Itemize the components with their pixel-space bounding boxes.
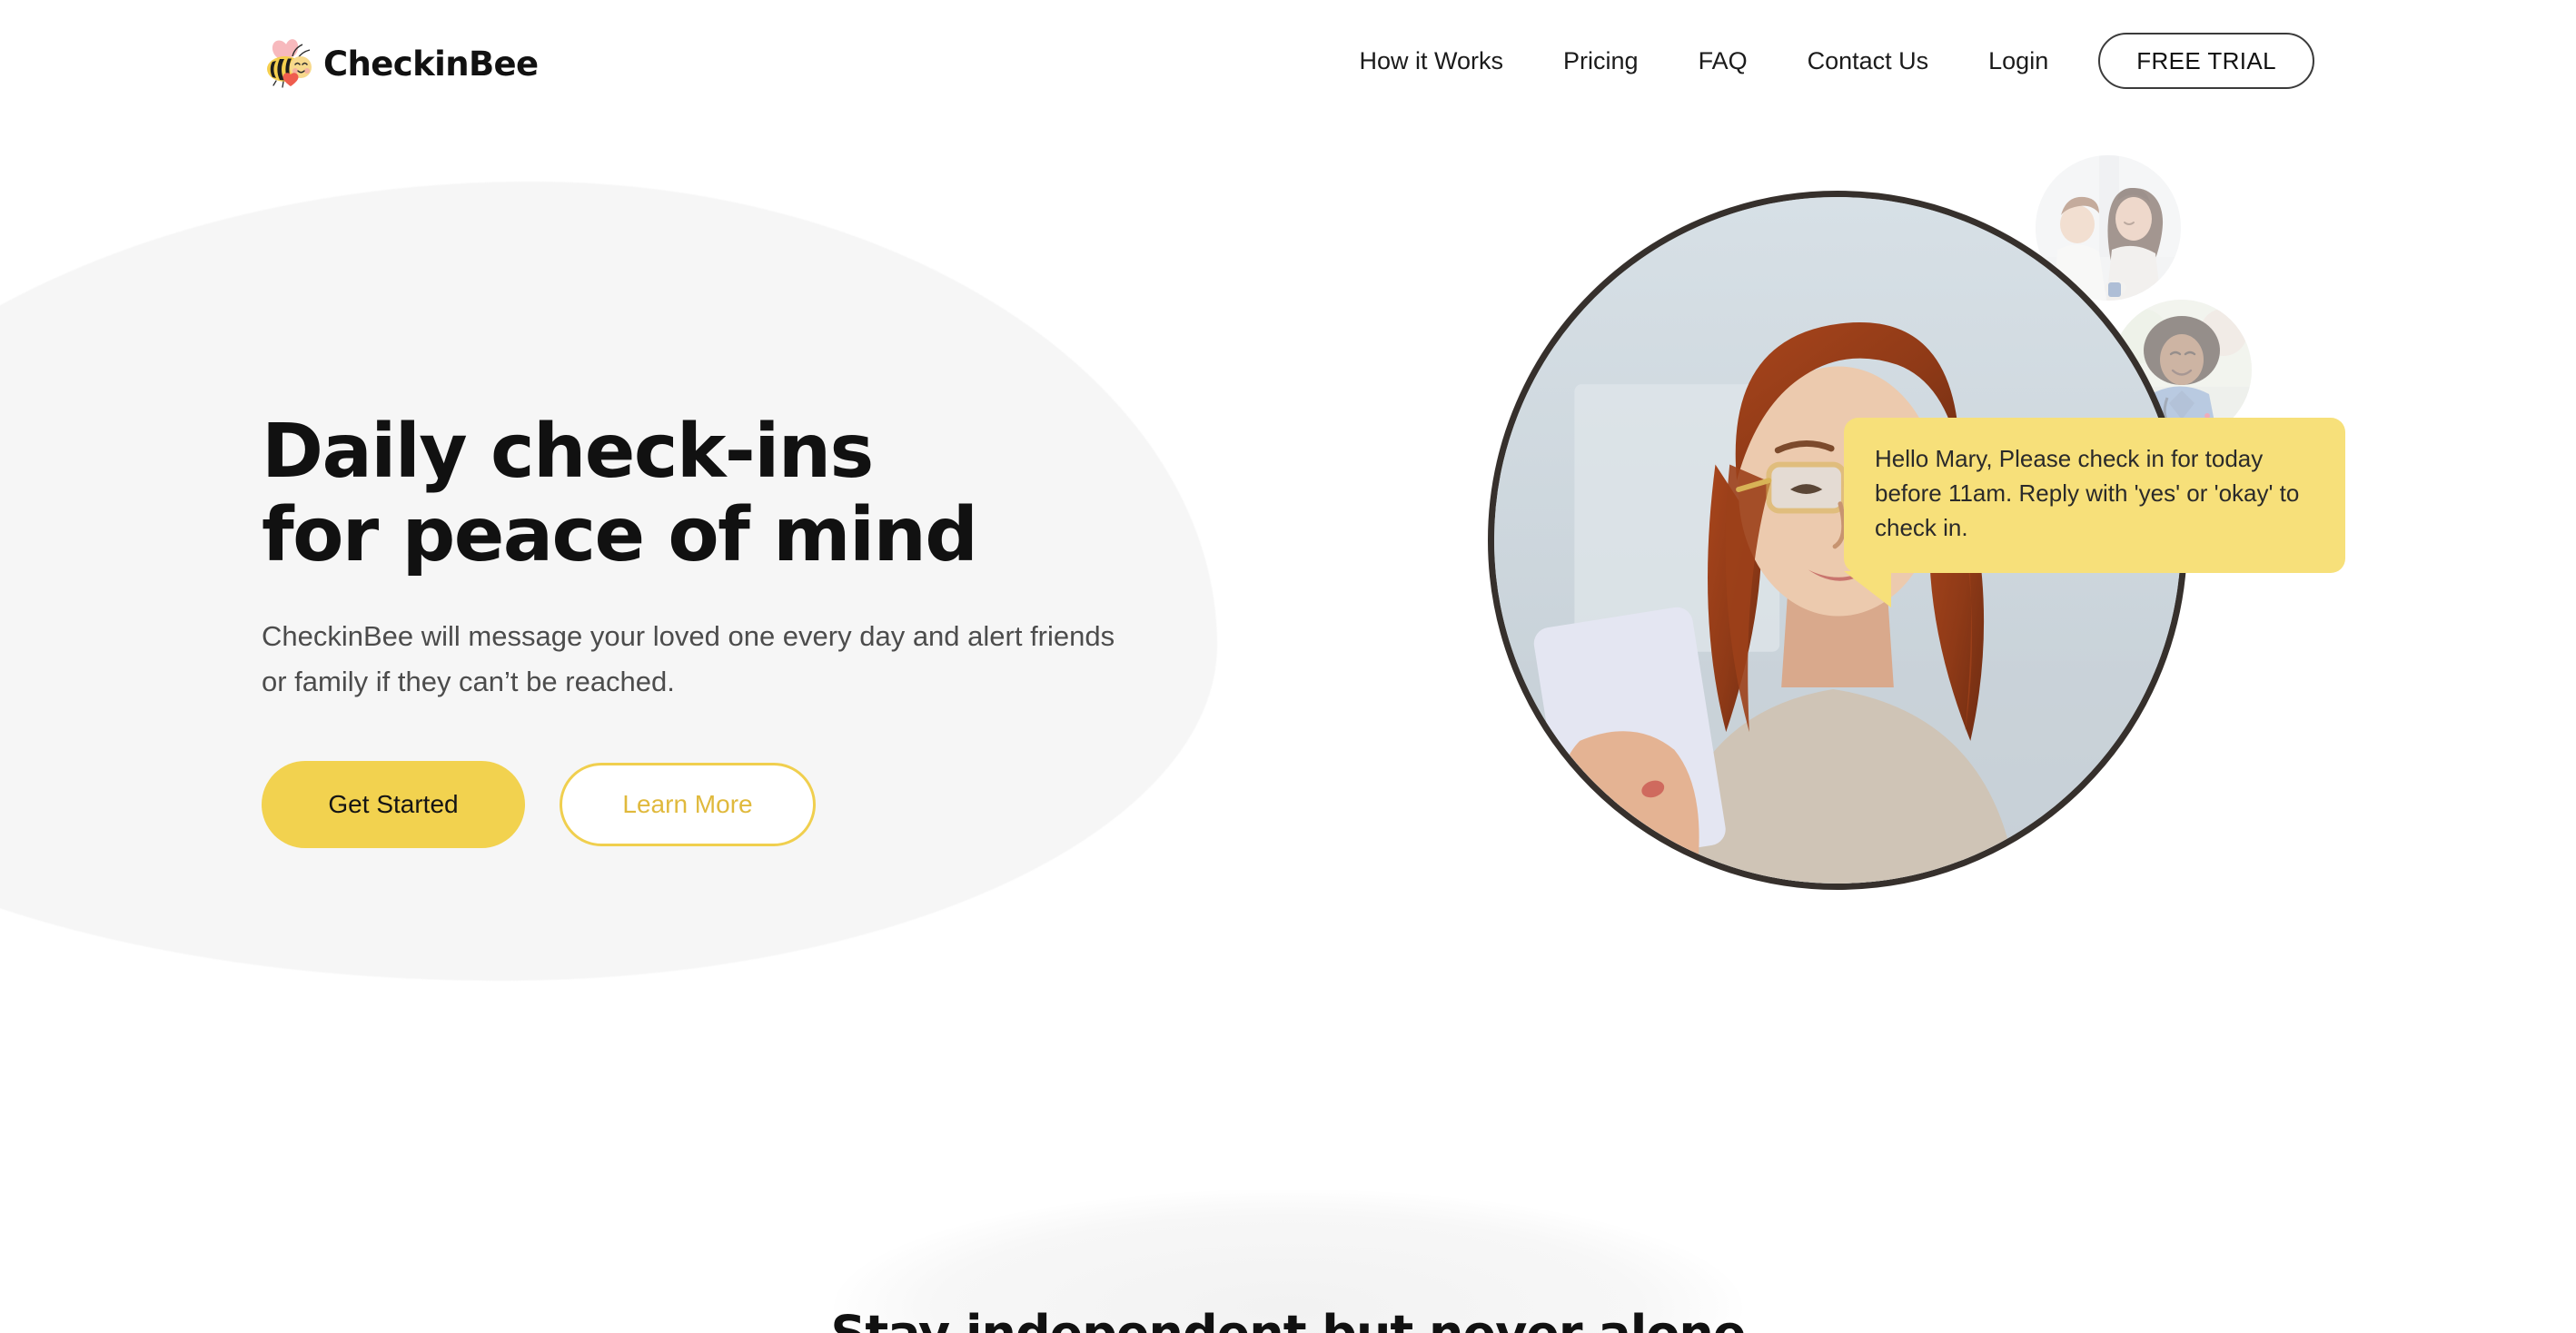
bee-with-heart-icon xyxy=(262,38,318,89)
hero-subtitle: CheckinBee will message your loved one e… xyxy=(262,619,1115,697)
main-navigation: How it Works Pricing FAQ Contact Us Logi… xyxy=(1330,33,2314,89)
hero-artwork: Hello Mary, Please check in for today be… xyxy=(1470,118,2487,1099)
hero-title: Daily check-ins for peace of mind xyxy=(262,409,978,578)
nav-item-faq[interactable]: FAQ xyxy=(1669,37,1778,84)
brand-logo-link[interactable]: CheckinBee xyxy=(262,38,539,89)
nav-item-login[interactable]: Login xyxy=(1958,37,2078,84)
get-started-button[interactable]: Get Started xyxy=(262,761,525,849)
nav-item-how-it-works[interactable]: How it Works xyxy=(1330,37,1534,84)
hero-copy: Daily check-ins for peace of mind Checki… xyxy=(262,409,1224,849)
landing-page: CheckinBee How it Works Pricing FAQ Cont… xyxy=(0,0,2576,1333)
free-trial-button[interactable]: FREE TRIAL xyxy=(2098,33,2314,89)
learn-more-button[interactable]: Learn More xyxy=(560,763,816,847)
brand-name: CheckinBee xyxy=(323,44,539,84)
site-header: CheckinBee How it Works Pricing FAQ Cont… xyxy=(0,0,2576,136)
nav-item-contact-us[interactable]: Contact Us xyxy=(1778,37,1959,84)
hero-cta-group: Get Started Learn More xyxy=(262,761,1224,849)
hero-section: Daily check-ins for peace of mind Checki… xyxy=(0,0,2576,1333)
check-in-message-bubble: Hello Mary, Please check in for today be… xyxy=(1844,418,2345,607)
nav-item-pricing[interactable]: Pricing xyxy=(1533,37,1669,84)
